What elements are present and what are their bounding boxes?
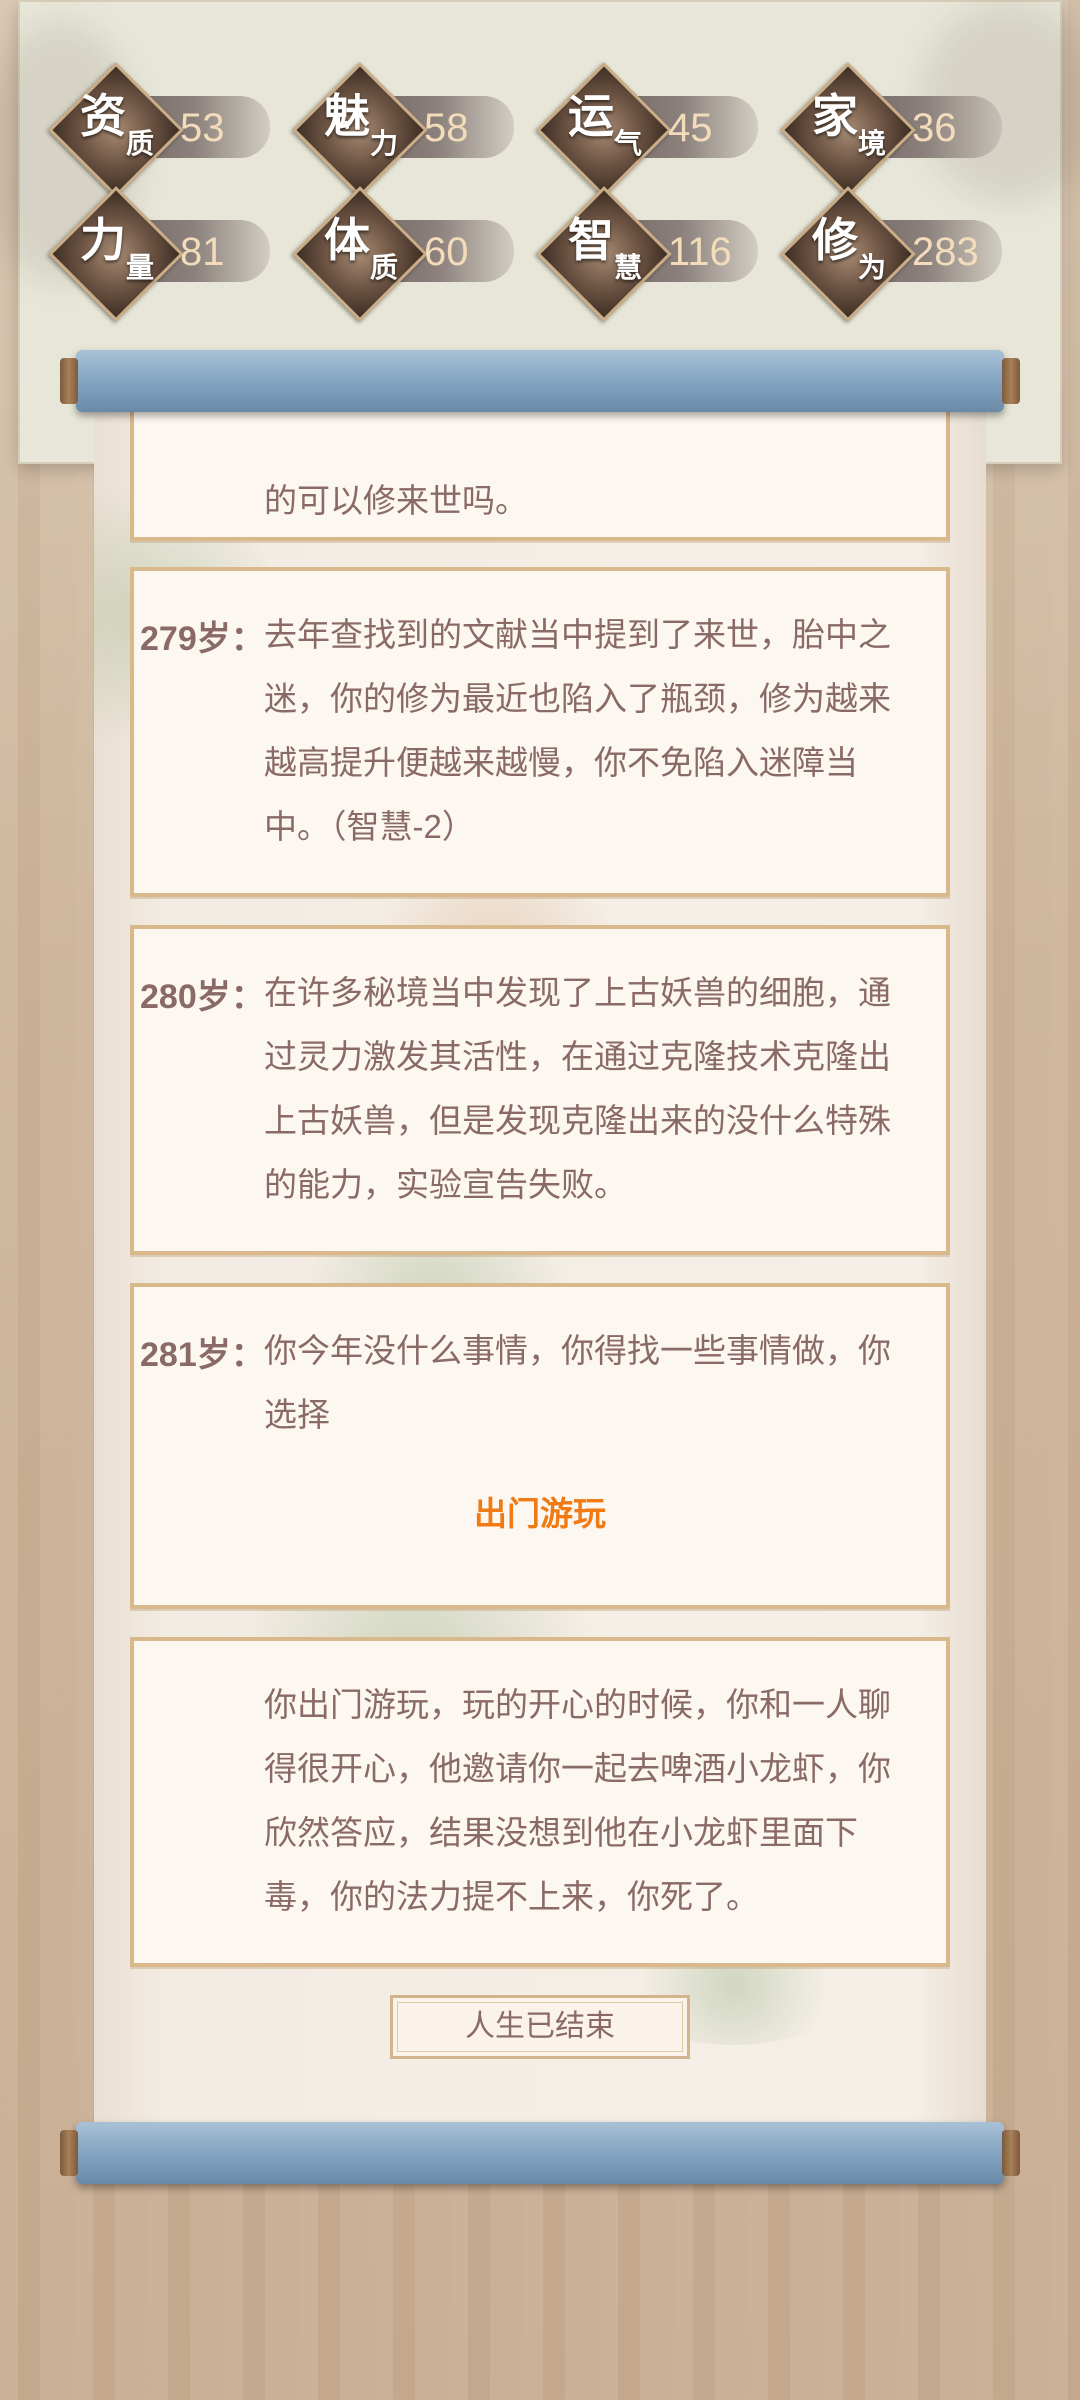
stat-value: 81 xyxy=(180,230,225,274)
stat-cultivation: 修为 283 xyxy=(780,186,1012,322)
event-text: 你今年没什么事情，你得找一些事情做，你选择 xyxy=(264,1332,891,1433)
event-card-result: 你出门游玩，玩的开心的时候，你和一人聊得很开心，他邀请你一起去啤酒小龙虾，你欣然… xyxy=(130,1637,950,1967)
stat-value: 36 xyxy=(912,106,957,150)
event-age: 280岁： xyxy=(140,978,265,1016)
scroll-bottom-rod xyxy=(60,2122,1020,2184)
scroll-top-rod xyxy=(60,350,1020,412)
stat-constitution: 体质 60 xyxy=(292,186,524,322)
event-card-partial: 的可以修来世吗。 xyxy=(130,405,950,541)
stat-value: 116 xyxy=(668,230,732,274)
stat-wisdom: 智慧 116 xyxy=(536,186,768,322)
life-ended-button[interactable]: 人生已结束 xyxy=(390,1995,690,2059)
stat-family: 家境 36 xyxy=(780,62,1012,198)
stat-value: 58 xyxy=(424,106,469,150)
stat-value: 45 xyxy=(668,106,713,150)
stat-value: 53 xyxy=(180,106,225,150)
selected-choice-option[interactable]: 出门游玩 xyxy=(134,1487,946,1535)
stat-strength: 力量 81 xyxy=(48,186,280,322)
stat-value: 283 xyxy=(912,230,979,274)
event-text: 去年查找到的文献当中提到了来世，胎中之迷，你的修为最近也陷入了瓶颈，修为越来越高… xyxy=(264,616,891,845)
event-age: 279岁： xyxy=(140,620,265,658)
stat-value: 60 xyxy=(424,230,469,274)
stat-luck: 运气 45 xyxy=(536,62,768,198)
life-log-scroll[interactable]: 的可以修来世吗。 279岁： 去年查找到的文献当中提到了来世，胎中之迷，你的修为… xyxy=(94,405,986,2125)
stat-charm: 魅力 58 xyxy=(292,62,524,198)
event-text: 在许多秘境当中发现了上古妖兽的细胞，通过灵力激发其活性，在通过克隆技术克隆出上古… xyxy=(264,974,891,1203)
stat-aptitude: 资质 53 xyxy=(48,62,280,198)
event-card-280: 280岁： 在许多秘境当中发现了上古妖兽的细胞，通过灵力激发其活性，在通过克隆技… xyxy=(130,925,950,1255)
event-age: 281岁： xyxy=(140,1336,265,1374)
event-card-281: 281岁： 你今年没什么事情，你得找一些事情做，你选择 出门游玩 xyxy=(130,1283,950,1609)
event-card-279: 279岁： 去年查找到的文献当中提到了来世，胎中之迷，你的修为最近也陷入了瓶颈，… xyxy=(130,567,950,897)
event-text: 你出门游玩，玩的开心的时候，你和一人聊得很开心，他邀请你一起去啤酒小龙虾，你欣然… xyxy=(264,1686,891,1915)
